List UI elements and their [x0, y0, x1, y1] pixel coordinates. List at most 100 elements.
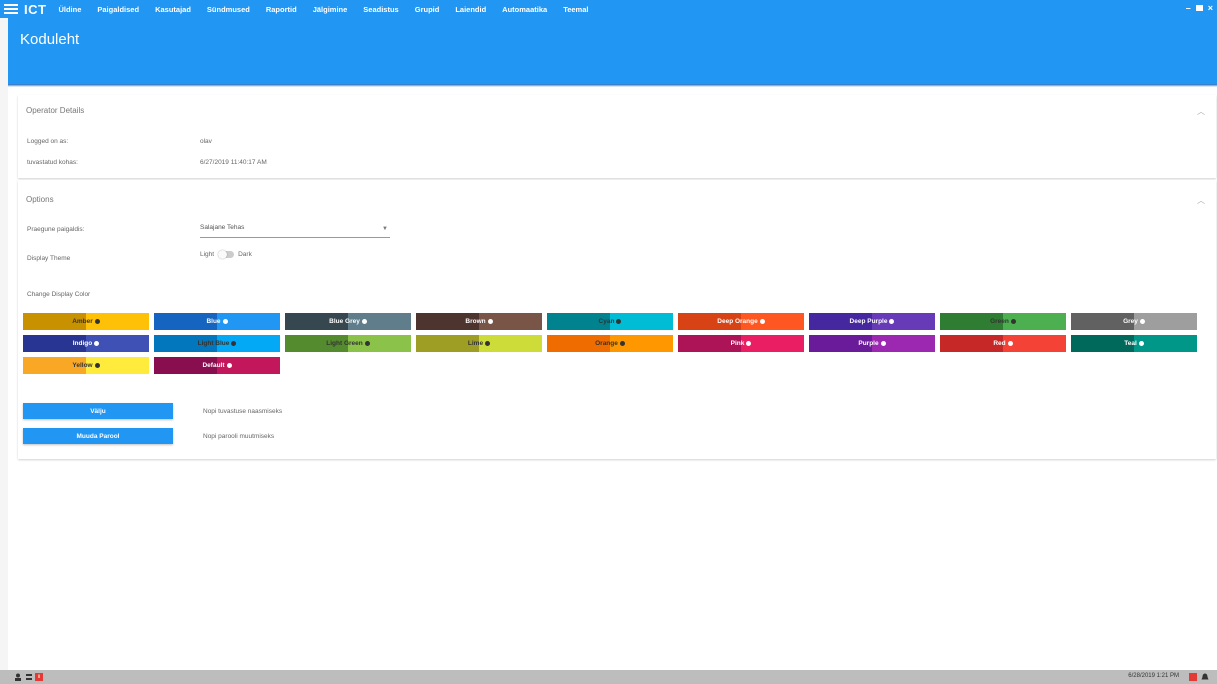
- taskbar-clock: 6/28/2019 1:21 PM: [1128, 673, 1179, 679]
- nav-item-automaatika[interactable]: Automaatika: [502, 5, 547, 14]
- minimize-icon[interactable]: –: [1186, 3, 1191, 13]
- alert-red-icon[interactable]: [35, 673, 43, 681]
- palette-icon: [222, 319, 228, 324]
- theme-light-label: Light: [200, 251, 215, 258]
- menu-icon[interactable]: [4, 4, 18, 14]
- logout-button[interactable]: Välju: [23, 403, 173, 419]
- palette-icon: [226, 363, 232, 368]
- nav-item-paigaldised[interactable]: Paigaldised: [97, 5, 139, 14]
- color-swatch-green[interactable]: Green: [940, 313, 1066, 330]
- color-swatch-pink[interactable]: Pink: [678, 335, 804, 352]
- color-swatch-orange[interactable]: Orange: [547, 335, 673, 352]
- color-swatch-label: Purple: [858, 340, 879, 347]
- nav-item-seadistus[interactable]: Seadistus: [363, 5, 398, 14]
- palette-icon: [746, 341, 752, 346]
- nav-item-grupid[interactable]: Grupid: [415, 5, 440, 14]
- color-swatch-blue-grey[interactable]: Blue Grey: [285, 313, 411, 330]
- palette-icon: [759, 319, 765, 324]
- palette-icon: [361, 319, 367, 324]
- palette-icon: [616, 319, 622, 324]
- change-password-description: Nopi parooli muutmiseks: [203, 433, 275, 440]
- operator-details-title: Operator Details: [26, 106, 85, 115]
- network-icon[interactable]: [25, 673, 33, 681]
- user-icon[interactable]: [14, 673, 22, 681]
- page-title: Koduleht: [20, 31, 80, 48]
- theme-toggle[interactable]: [218, 250, 235, 259]
- maximize-icon[interactable]: [1195, 5, 1203, 11]
- color-swatch-purple[interactable]: Purple: [809, 335, 935, 352]
- palette-icon: [1138, 341, 1144, 346]
- display-theme-label: Display Theme: [27, 255, 71, 262]
- change-color-label: Change Display Color: [27, 291, 91, 298]
- palette-icon: [1007, 341, 1013, 346]
- color-swatch-yellow[interactable]: Yellow: [23, 357, 149, 374]
- color-swatch-deep-orange[interactable]: Deep Orange: [678, 313, 804, 330]
- color-swatch-label: Light Blue: [197, 340, 230, 347]
- color-swatch-red[interactable]: Red: [940, 335, 1066, 352]
- top-nav-bar: ICT Üldine Paigaldised Kasutajad Sündmus…: [0, 0, 1217, 18]
- taskbar: 6/28/2019 1:21 PM: [0, 670, 1217, 684]
- auth-location-value: 6/27/2019 11:40:17 AM: [200, 159, 267, 166]
- palette-icon: [231, 341, 237, 346]
- color-swatch-amber[interactable]: Amber: [23, 313, 149, 330]
- color-swatch-label: Amber: [72, 318, 93, 325]
- app-brand: ICT: [24, 1, 47, 17]
- palette-icon: [1139, 319, 1145, 324]
- color-swatch-label: Default: [202, 362, 225, 369]
- color-swatch-label: Blue: [206, 318, 221, 325]
- collapse-options-icon[interactable]: ︿: [1197, 195, 1205, 206]
- color-swatch-blue[interactable]: Blue: [154, 313, 280, 330]
- color-swatch-brown[interactable]: Brown: [416, 313, 542, 330]
- site-select[interactable]: Salajane Tehas ▼: [200, 224, 390, 238]
- notification-red-icon[interactable]: [1189, 673, 1197, 681]
- auth-location-label: tuvastatud kohas:: [27, 159, 78, 166]
- close-icon[interactable]: ×: [1208, 3, 1213, 13]
- change-password-button[interactable]: Muuda Parool: [23, 428, 173, 444]
- color-swatch-indigo[interactable]: Indigo: [23, 335, 149, 352]
- operator-details-panel: [18, 95, 1216, 178]
- nav-item-laiendid[interactable]: Laiendid: [455, 5, 486, 14]
- nav-item-raportid[interactable]: Raportid: [266, 5, 297, 14]
- color-swatch-teal[interactable]: Teal: [1071, 335, 1197, 352]
- palette-icon: [889, 319, 895, 324]
- palette-icon: [94, 319, 100, 324]
- color-swatch-label: Lime: [467, 340, 484, 347]
- color-swatch-label: Cyan: [598, 318, 615, 325]
- nav-item-kasutajad[interactable]: Kasutajad: [155, 5, 191, 14]
- color-swatch-cyan[interactable]: Cyan: [547, 313, 673, 330]
- color-swatch-label: Light Green: [326, 340, 363, 347]
- color-swatch-label: Indigo: [72, 340, 93, 347]
- color-swatch-label: Deep Purple: [849, 318, 888, 325]
- nav-item-uldine[interactable]: Üldine: [58, 5, 81, 14]
- color-swatch-label: Brown: [465, 318, 486, 325]
- palette-icon: [487, 319, 493, 324]
- palette-icon: [1010, 319, 1016, 324]
- color-swatch-lime[interactable]: Lime: [416, 335, 542, 352]
- palette-icon: [880, 341, 886, 346]
- toggle-knob: [218, 250, 228, 259]
- color-swatch-label: Grey: [1123, 318, 1138, 325]
- nav-item-sundmused[interactable]: Sündmused: [207, 5, 250, 14]
- color-swatch-light-blue[interactable]: Light Blue: [154, 335, 280, 352]
- dropdown-caret-icon: ▼: [382, 226, 388, 232]
- color-swatch-label: Green: [990, 318, 1009, 325]
- logged-on-value: olav: [200, 138, 212, 145]
- bell-icon[interactable]: [1201, 673, 1209, 681]
- logged-on-label: Logged on as:: [27, 138, 69, 145]
- site-select-value: Salajane Tehas: [200, 224, 245, 231]
- header-shadow: [8, 84, 1217, 87]
- site-label: Praegune paigaldis:: [27, 226, 85, 233]
- color-swatch-label: Red: [993, 340, 1006, 347]
- palette-icon: [619, 341, 625, 346]
- color-swatch-deep-purple[interactable]: Deep Purple: [809, 313, 935, 330]
- collapse-operator-icon[interactable]: ︿: [1197, 106, 1205, 117]
- palette-icon: [94, 363, 100, 368]
- color-swatch-grey[interactable]: Grey: [1071, 313, 1197, 330]
- nav-item-jalgimine[interactable]: Jälgimine: [313, 5, 348, 14]
- theme-dark-label: Dark: [238, 251, 252, 258]
- nav-item-teemal[interactable]: Teemal: [563, 5, 588, 14]
- color-swatch-label: Deep Orange: [717, 318, 758, 325]
- color-swatch-light-green[interactable]: Light Green: [285, 335, 411, 352]
- palette-icon: [94, 341, 100, 346]
- color-swatch-default[interactable]: Default: [154, 357, 280, 374]
